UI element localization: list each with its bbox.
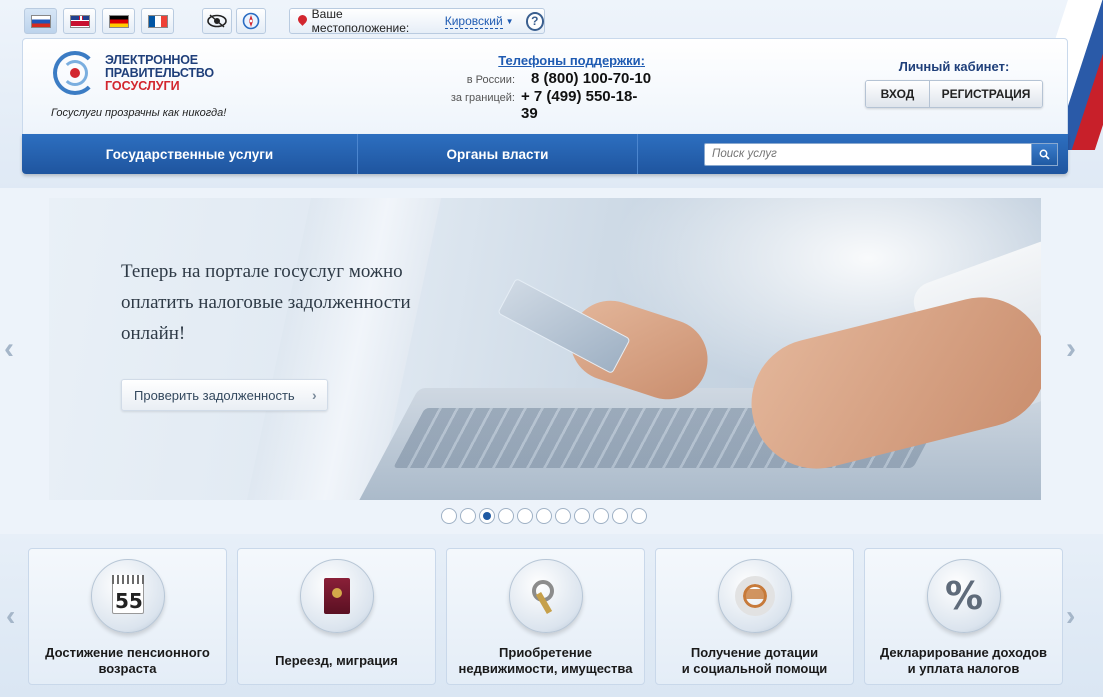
carousel-dot-10[interactable]: [612, 508, 628, 524]
compass-button[interactable]: [236, 8, 266, 34]
search-button[interactable]: [1032, 142, 1058, 166]
tile-pension-age[interactable]: 55 Достижение пенсионного возраста: [28, 548, 227, 685]
carousel-dot-11[interactable]: [631, 508, 647, 524]
flag-uk-icon: [69, 14, 90, 28]
carousel-dot-4[interactable]: [498, 508, 514, 524]
carousel-pagination: [441, 508, 647, 524]
eye-icon: [207, 14, 227, 28]
lifebuoy-icon: [735, 576, 775, 616]
language-en-button[interactable]: [63, 8, 96, 34]
flag-france-icon: [147, 14, 168, 28]
check-debt-button[interactable]: Проверить задолженность ›: [121, 379, 328, 411]
tile-label: Переезд, миграция: [275, 653, 398, 668]
carousel-next-arrow-icon[interactable]: ›: [1066, 332, 1076, 366]
help-icon[interactable]: ?: [525, 11, 544, 31]
support-phones-link[interactable]: Телефоны поддержки:: [443, 53, 653, 68]
language-ru-button[interactable]: [24, 8, 57, 34]
location-city-link[interactable]: Кировский: [444, 14, 503, 29]
keys-icon: [528, 578, 564, 614]
tile-tax-declaration[interactable]: % Декларирование доходов и уплата налогов: [864, 548, 1063, 685]
phone-abroad-label: за границей:: [450, 92, 515, 104]
calendar-icon: 55: [112, 575, 144, 614]
tile-relocation[interactable]: Переезд, миграция: [237, 548, 436, 685]
phone-russia-number: 8 (800) 100-70-10: [531, 70, 652, 87]
tile-property-purchase[interactable]: Приобретение недвижимости, имущества: [446, 548, 645, 685]
register-button[interactable]: РЕГИСТРАЦИЯ: [930, 81, 1042, 107]
site-slogan: Госуслуги прозрачны как никогда!: [51, 107, 227, 119]
language-fr-button[interactable]: [141, 8, 174, 34]
carousel-prev-arrow-icon[interactable]: ‹: [4, 332, 14, 366]
personal-cabinet: Личный кабинет: ВХОД РЕГИСТРАЦИЯ: [865, 59, 1043, 108]
carousel-dot-1[interactable]: [441, 508, 457, 524]
passport-icon: [324, 578, 350, 614]
tile-label: Получение дотации и социальной помощи: [681, 645, 828, 676]
tile-label: Декларирование доходов и уплата налогов: [879, 645, 1048, 676]
percent-icon: %: [944, 574, 984, 618]
location-label: Ваше местоположение:: [311, 7, 410, 35]
phone-abroad-number: + 7 (499) 550-18-39: [521, 88, 638, 122]
language-selector: [24, 8, 174, 34]
carousel-dot-5[interactable]: [517, 508, 533, 524]
low-vision-button[interactable]: [202, 8, 232, 34]
chevron-down-icon: ▼: [505, 16, 514, 26]
site-header: ЭЛЕКТРОННОЕ ПРАВИТЕЛЬСТВО ГОСУСЛУГИ Госу…: [22, 38, 1068, 136]
banner-headline: Теперь на портале госуслуг можно оплатит…: [121, 261, 411, 344]
cabinet-title: Личный кабинет:: [898, 59, 1010, 74]
nav-government-services[interactable]: Государственные услуги: [22, 134, 358, 174]
tiles-prev-arrow-icon[interactable]: ‹: [6, 600, 15, 632]
flag-russia-icon: [30, 14, 51, 28]
carousel-dot-6[interactable]: [536, 508, 552, 524]
carousel-dot-2[interactable]: [460, 508, 476, 524]
promo-banner: Теперь на портале госуслуг можно оплатит…: [49, 198, 1041, 500]
logo-line-1: ЭЛЕКТРОННОЕ: [105, 52, 198, 67]
tile-social-aid[interactable]: Получение дотации и социальной помощи: [655, 548, 854, 685]
carousel-dot-3[interactable]: [479, 508, 495, 524]
compass-icon: [242, 12, 260, 30]
accessibility-tools: [202, 8, 266, 34]
main-navigation: Государственные услуги Органы власти: [22, 134, 1068, 174]
search-input[interactable]: [704, 142, 1032, 166]
location-selector[interactable]: Ваше местоположение: Кировский ▼ ?: [289, 7, 545, 35]
tile-label: Приобретение недвижимости, имущества: [458, 645, 633, 676]
login-button[interactable]: ВХОД: [866, 81, 930, 107]
site-logo[interactable]: ЭЛЕКТРОННОЕ ПРАВИТЕЛЬСТВО ГОСУСЛУГИ: [51, 49, 214, 97]
language-de-button[interactable]: [102, 8, 135, 34]
check-debt-label: Проверить задолженность: [134, 387, 295, 403]
gosuslugi-logo-icon: [51, 49, 99, 97]
service-search: [638, 142, 1068, 166]
carousel-dot-9[interactable]: [593, 508, 609, 524]
logo-line-3: ГОСУСЛУГИ: [105, 78, 180, 93]
phone-russia-label: в России:: [466, 74, 515, 86]
search-icon: [1039, 149, 1050, 160]
support-phones: Телефоны поддержки: в России: 8 (800) 10…: [443, 53, 653, 122]
carousel-dot-7[interactable]: [555, 508, 571, 524]
tile-label: Достижение пенсионного возраста: [45, 645, 210, 676]
chevron-right-icon: ›: [312, 387, 317, 403]
tiles-next-arrow-icon[interactable]: ›: [1066, 600, 1075, 632]
logo-line-2: ПРАВИТЕЛЬСТВО: [105, 65, 214, 80]
flag-germany-icon: [108, 14, 129, 28]
nav-authorities[interactable]: Органы власти: [358, 134, 638, 174]
carousel-dot-8[interactable]: [574, 508, 590, 524]
location-pin-icon: [298, 15, 307, 27]
